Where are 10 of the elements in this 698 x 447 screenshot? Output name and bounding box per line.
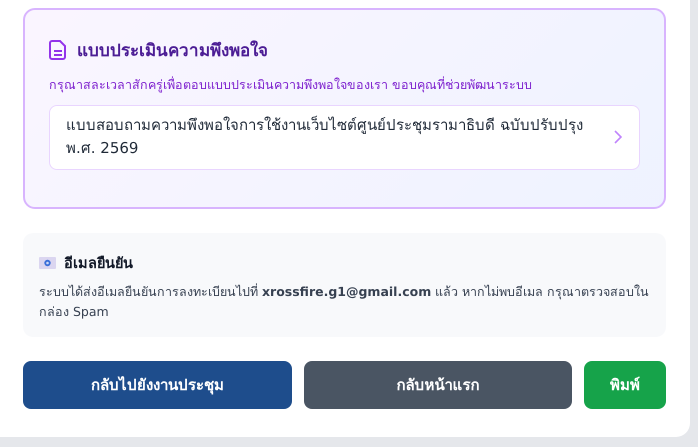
envelope-icon (39, 256, 56, 268)
email-notice-title: อีเมลยืนยัน (64, 254, 133, 274)
document-icon (49, 40, 67, 60)
survey-description: กรุณาสละเวลาสักครู่เพื่อตอบแบบประเมินความพึงพอใจของเรา ขอบคุณที่ช่วยพัฒนาระบบ (49, 75, 533, 94)
primary-button[interactable]: กลับไปยังงานประชุม (23, 361, 292, 409)
email-notice-message: ระบบได้ส่งอีเมลยืนยันการลงทะเบียนไปที่ xrossfire.g1@gmail.com แล้ว หากไม่พบอีเมล กรุณาตรวจสอบในกล่อง Spam (39, 282, 650, 321)
survey-link[interactable]: แบบสอบถามความพึงพอใจการใช้งานเว็บไซต์ศูนย์ประชุมรามาธิบดี ฉบับปรับปรุง พ.ศ. 2569 (49, 105, 640, 170)
survey-title: แบบประเมินความพึงพอใจ (77, 39, 268, 63)
chevron-right-icon (613, 130, 623, 144)
secondary-button[interactable]: กลับหน้าแรก (304, 361, 572, 409)
